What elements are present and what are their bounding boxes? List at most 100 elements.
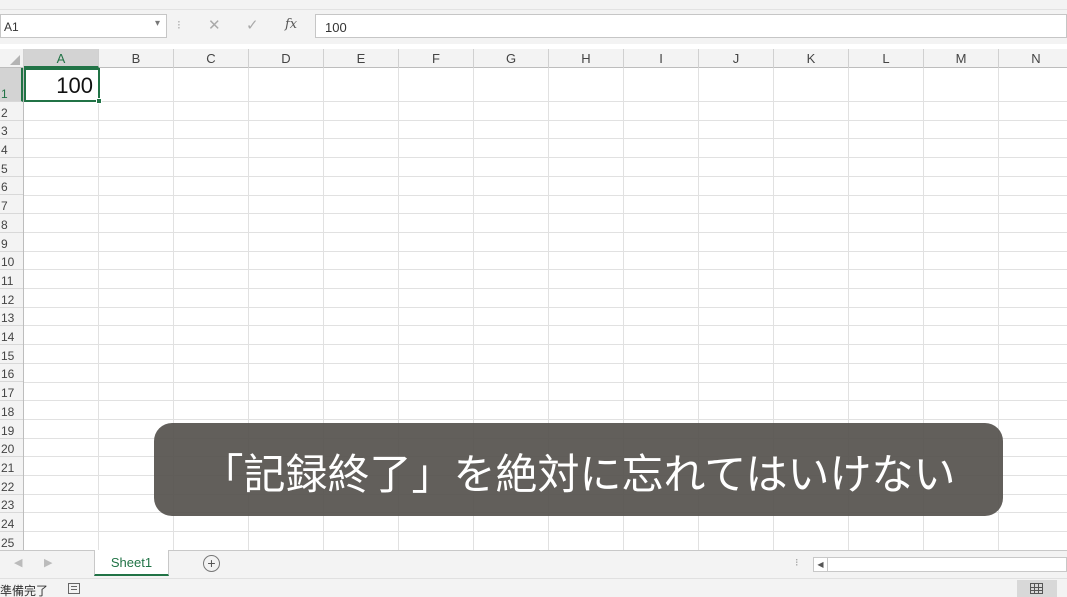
column-header-h[interactable]: H [549,49,624,68]
grid-line [24,400,1067,402]
grid-line [24,250,1067,252]
row-header-19[interactable]: 19 [0,420,23,439]
row-header-23[interactable]: 23 [0,495,23,514]
chevron-down-icon[interactable]: ▾ [155,18,160,29]
row-number: 23 [1,498,15,513]
row-number: 5 [1,161,8,176]
cancel-icon[interactable]: ✕ [208,16,221,34]
row-number: 19 [1,423,15,438]
column-header-c[interactable]: C [174,49,249,68]
column-header-e[interactable]: E [324,49,399,68]
grid-line [24,381,1067,383]
grid-line [24,194,1067,196]
row-number: 21 [1,460,15,475]
row-header-4[interactable]: 4 [0,139,23,159]
row-number: 25 [1,535,15,550]
row-number: 11 [1,273,14,288]
row-header-10[interactable]: 10 [0,252,23,271]
row-header-1[interactable]: 1 [0,68,23,102]
row-header-6[interactable]: 6 [0,177,23,196]
row-header-2[interactable]: 2 [0,102,23,121]
formula-bar: A1 ▾ ⁝ ✕ ✓ fx 100 [0,10,1067,44]
row-number: 14 [1,330,15,345]
row-header-15[interactable]: 15 [0,345,23,364]
row-header-8[interactable]: 8 [0,214,23,233]
select-all-button[interactable] [0,49,24,68]
grid-line [24,157,1067,159]
row-header-7[interactable]: 7 [0,196,23,215]
row-header-21[interactable]: 21 [0,457,23,476]
row-number: 3 [1,124,8,139]
grid-line [24,269,1067,271]
normal-view-icon[interactable] [1017,580,1057,597]
horizontal-scrollbar[interactable]: ◀ [813,557,1067,572]
row-header-17[interactable]: 17 [0,383,23,402]
column-header-bar: ABCDEFGHIJKLMN [0,49,1067,68]
formula-input[interactable]: 100 [315,14,1067,38]
column-header-a[interactable]: A [24,49,99,68]
column-header-d[interactable]: D [249,49,324,68]
row-number: 2 [1,105,8,120]
row-header-20[interactable]: 20 [0,439,23,458]
cell-value: 100 [56,73,93,98]
prev-sheet-icon[interactable]: ◀ [14,556,22,569]
row-number: 8 [1,217,8,232]
macro-record-icon[interactable] [68,583,80,594]
row-header-22[interactable]: 22 [0,476,23,495]
row-header-13[interactable]: 13 [0,308,23,327]
row-header-14[interactable]: 14 [0,326,23,346]
row-number: 13 [1,311,15,326]
sheet-tab-bar: ◀ ▶ Sheet1 + ⁝ ◀ [0,550,1067,578]
sheet-tab[interactable]: Sheet1 [94,550,169,576]
row-number: 12 [1,292,15,307]
row-header-9[interactable]: 9 [0,233,23,252]
fill-handle[interactable] [96,98,102,104]
row-number: 24 [1,517,15,532]
row-number: 4 [1,143,8,158]
ribbon-strip [0,0,1067,10]
add-sheet-icon[interactable]: + [203,555,220,572]
split-handle-icon[interactable]: ⁝ [795,556,799,569]
row-header-11[interactable]: 11 [0,270,23,289]
grid-line [24,119,1067,121]
row-number: 18 [1,404,15,419]
enter-icon[interactable]: ✓ [246,16,259,34]
column-header-k[interactable]: K [774,49,849,68]
drag-handle-icon[interactable]: ⁝ [177,19,181,31]
name-box[interactable]: A1 ▾ [0,14,167,38]
grid-line [24,213,1067,215]
status-bar: 準備完了 [0,578,1067,597]
row-number: 6 [1,180,8,195]
row-header-18[interactable]: 18 [0,401,23,420]
column-header-n[interactable]: N [999,49,1067,68]
column-header-g[interactable]: G [474,49,549,68]
column-header-m[interactable]: M [924,49,999,68]
scroll-left-icon[interactable]: ◀ [814,558,828,571]
status-text: 準備完了 [0,584,49,597]
insert-function-icon[interactable]: fx [285,17,297,32]
column-header-j[interactable]: J [699,49,774,68]
column-header-b[interactable]: B [99,49,174,68]
row-number: 15 [1,348,15,363]
column-header-i[interactable]: I [624,49,699,68]
grid-line [24,362,1067,364]
row-header-24[interactable]: 24 [0,513,23,533]
grid-line [24,344,1067,346]
active-cell[interactable]: 100 [24,68,100,102]
row-number: 22 [1,479,15,494]
row-header-12[interactable]: 12 [0,289,23,308]
sheet-tab-label: Sheet1 [110,555,153,570]
subtitle-caption: 「記録終了」を絶対に忘れてはいけない [154,423,1003,516]
row-header-16[interactable]: 16 [0,364,23,383]
row-number: 9 [1,236,8,251]
row-number: 16 [1,367,15,382]
column-header-l[interactable]: L [849,49,924,68]
row-header-5[interactable]: 5 [0,158,23,177]
column-header-f[interactable]: F [399,49,474,68]
row-header-3[interactable]: 3 [0,121,23,140]
grid-line [24,175,1067,177]
grid-line [24,325,1067,327]
row-number: 1 [1,87,8,101]
next-sheet-icon[interactable]: ▶ [44,556,52,569]
row-header-25[interactable]: 25 [0,532,23,550]
